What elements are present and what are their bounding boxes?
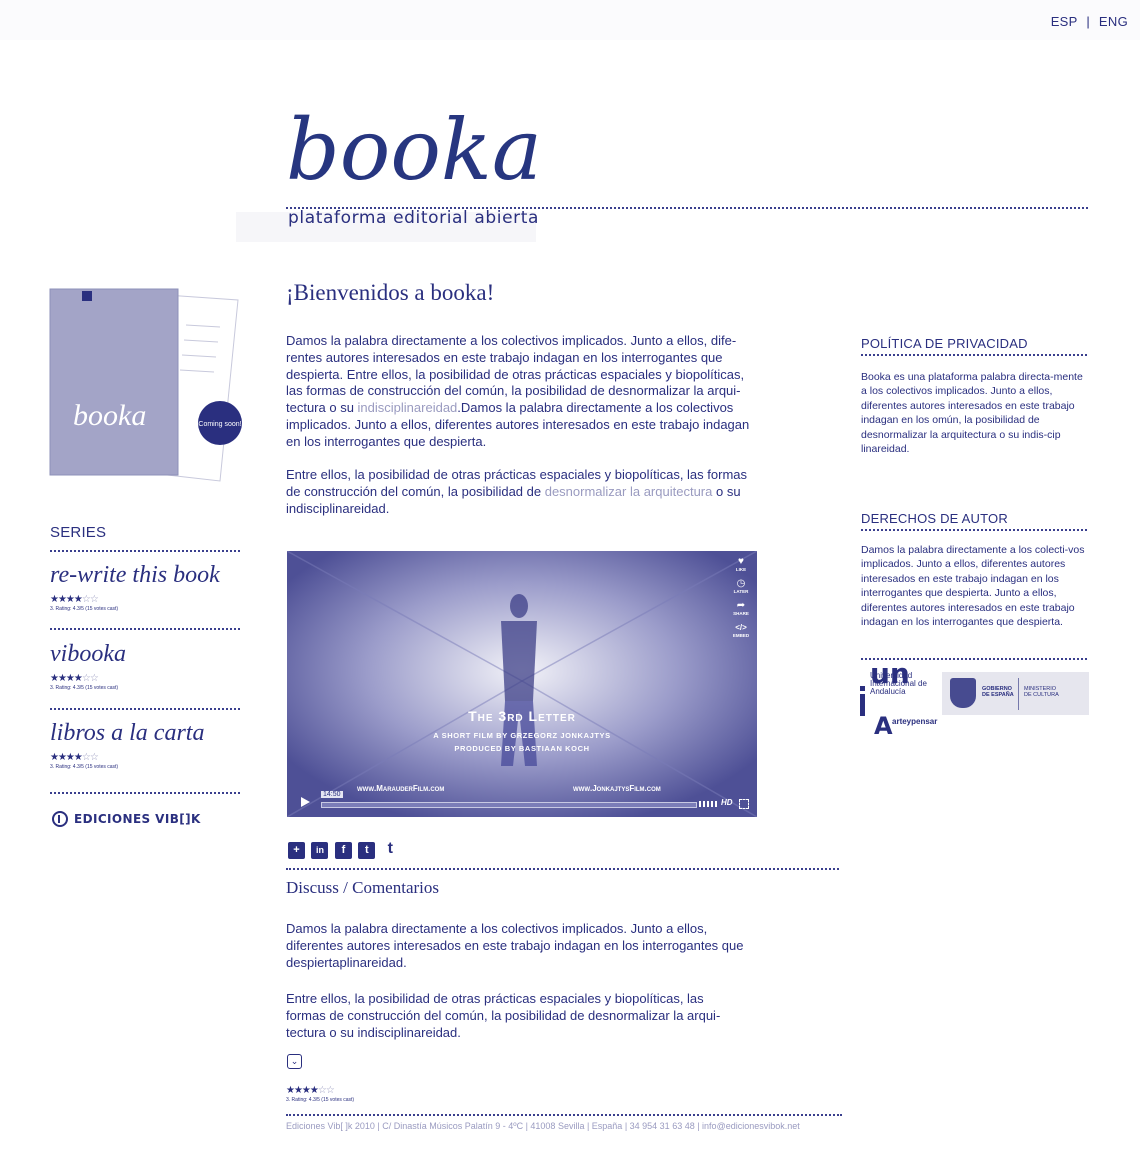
like-button[interactable]: ♥ LIKE [731, 556, 751, 578]
series-item-rewrite[interactable]: re-write this book ★★★★☆☆ 3. Rating: 4.3… [50, 562, 240, 612]
rating-text: 3. Rating: 4.3/5 (15 votes cast) [50, 764, 119, 770]
discuss-rating: ★★★★☆☆ 3. Rating: 4.3/5 (15 votes cast) [286, 1086, 354, 1103]
ministerio-text: MINISTERIO DE CULTURA [1024, 686, 1059, 698]
site-logo[interactable]: booka [286, 108, 542, 192]
unia-i-dot [860, 686, 865, 691]
unia-a-mark: A [874, 712, 893, 740]
share-button[interactable]: ➦ SHARE [731, 600, 751, 622]
rating-stars[interactable]: ★★★★☆☆ [50, 753, 240, 763]
clock-icon: ◷ [736, 578, 746, 589]
share-label: SHARE [733, 611, 749, 616]
later-label: LATER [733, 589, 749, 594]
lang-separator: | [1086, 14, 1090, 29]
lang-eng-link[interactable]: ENG [1099, 14, 1128, 29]
footer-divider [286, 1114, 842, 1116]
linkedin-icon[interactable]: in [311, 842, 329, 859]
expand-button[interactable]: ⌄ [287, 1054, 302, 1069]
add-share-icon[interactable]: + [288, 842, 305, 859]
rights-title[interactable]: DERECHOS DE AUTOR [861, 511, 1008, 526]
code-icon: </> [735, 623, 747, 632]
ministerio-logo[interactable]: GOBIERNO DE ESPAÑA MINISTERIO DE CULTURA [942, 672, 1089, 715]
embed-button[interactable]: </> EMBED [731, 622, 751, 644]
publisher-logo[interactable]: EDICIONES VIB[]K [52, 809, 201, 829]
share-icon: ➦ [736, 600, 746, 611]
series-divider [50, 792, 240, 794]
video-frame [287, 551, 757, 817]
like-label: LIKE [735, 567, 747, 572]
coming-soon-badge: Coming soon! [198, 401, 242, 445]
twitter-icon[interactable]: t [381, 840, 399, 857]
header-band [0, 0, 1140, 40]
unia-logo[interactable]: un A Universidad Internacional de Andalu… [858, 660, 942, 742]
rating-stars[interactable]: ★★★★☆☆ [50, 595, 240, 605]
rating-text: 3. Rating: 4.3/5 (15 votes cast) [50, 606, 119, 612]
book-front-cover [49, 288, 179, 476]
series-title[interactable]: libros a la carta [50, 720, 240, 747]
video-subtitle: A SHORT FILM BY GRZEGORZ JONKAJTYS [433, 731, 611, 740]
heart-icon: ♥ [738, 556, 744, 567]
unia-name: Universidad Internacional de Andalucía [870, 671, 927, 696]
progress-bar[interactable] [321, 802, 697, 808]
intro-paragraph-2: Entre ellos, la posibilidad de otras prá… [286, 467, 756, 517]
hd-button[interactable]: HD [721, 798, 733, 807]
series-title[interactable]: vibooka [50, 641, 240, 668]
later-button[interactable]: ◷ LATER [731, 578, 751, 600]
embed-label: EMBED [732, 633, 750, 638]
logo-separator [1018, 678, 1019, 710]
facebook-icon[interactable]: f [334, 842, 352, 859]
unia-arte: arteypensar [892, 717, 938, 726]
language-switch: ESP | ENG [1051, 14, 1128, 29]
video-url-left: www.MarauderFilm.com [357, 784, 445, 793]
privacy-title[interactable]: POLÍTICA DE PRIVACIDAD [861, 336, 1028, 351]
series-divider [50, 628, 240, 630]
book-cover-badge-square [82, 291, 92, 301]
gobierno-text: GOBIERNO DE ESPAÑA [982, 686, 1014, 698]
book-cover-image[interactable]: booka Coming soon! [48, 285, 244, 485]
book-cover-title: booka [73, 399, 146, 432]
publisher-logo-text: EDICIONES VIB[]K [74, 812, 201, 826]
series-divider [50, 550, 240, 552]
discuss-divider [286, 868, 839, 870]
publisher-logo-icon [52, 811, 68, 827]
privacy-text: Booka es una plataforma palabra directa-… [861, 371, 1083, 456]
lang-esp-link[interactable]: ESP [1051, 14, 1078, 29]
discuss-paragraph-1: Damos la palabra directamente a los cole… [286, 921, 744, 970]
video-url-right: www.JonkajtysFilm.com [573, 784, 661, 793]
intro-paragraph-1: Damos la palabra directamente a los cole… [286, 333, 756, 451]
fullscreen-icon[interactable] [739, 799, 749, 809]
rights-divider [861, 529, 1087, 531]
volume-icon[interactable] [699, 801, 717, 807]
video-producer: PRODUCED BY BASTIAAN KOCH [454, 744, 590, 753]
video-player[interactable]: The 3rd Letter A SHORT FILM BY GRZEGORZ … [287, 551, 757, 817]
coming-soon-text: Coming soon! [198, 421, 241, 428]
tumblr-icon[interactable]: t [358, 842, 376, 859]
unia-i-mark [860, 694, 865, 716]
play-icon[interactable] [301, 797, 310, 807]
welcome-heading: ¡Bienvenidos a booka! [286, 280, 495, 305]
discuss-heading: Discuss / Comentarios [286, 878, 439, 897]
rating-stars[interactable]: ★★★★☆☆ [286, 1086, 354, 1096]
coat-of-arms-icon [950, 678, 976, 708]
site-tagline: plataforma editorial abierta [288, 208, 540, 228]
series-item-vibooka[interactable]: vibooka ★★★★☆☆ 3. Rating: 4.3/5 (15 vote… [50, 641, 240, 691]
indisciplinareidad-link[interactable]: indisciplinareidad [358, 400, 458, 415]
video-title: The 3rd Letter [468, 708, 576, 724]
share-bar: + in f t t [288, 840, 401, 859]
double-chevron-down-icon: ⌄ [290, 1056, 299, 1066]
series-heading: SERIES [50, 524, 107, 541]
footer-text: Ediciones Vib[ ]k 2010 | C/ Dinastía Mús… [286, 1121, 800, 1131]
privacy-divider [861, 354, 1087, 356]
rights-text: Damos la palabra directamente a los cole… [861, 544, 1085, 629]
video-timecode: 14:50 [321, 791, 343, 798]
desnormalizar-link[interactable]: desnormalizar la arquitectura [545, 484, 713, 499]
series-item-libros[interactable]: libros a la carta ★★★★☆☆ 3. Rating: 4.3/… [50, 720, 240, 770]
series-title[interactable]: re-write this book [50, 562, 240, 589]
rating-text: 3. Rating: 4.3/5 (15 votes cast) [50, 685, 119, 691]
video-side-buttons: ♥ LIKE ◷ LATER ➦ SHARE </> EMBED [731, 556, 751, 644]
series-divider [50, 708, 240, 710]
rating-stars[interactable]: ★★★★☆☆ [50, 674, 240, 684]
discuss-paragraph-2: Entre ellos, la posibilidad de otras prá… [286, 991, 721, 1040]
rating-text: 3. Rating: 4.3/5 (15 votes cast) [286, 1097, 355, 1103]
